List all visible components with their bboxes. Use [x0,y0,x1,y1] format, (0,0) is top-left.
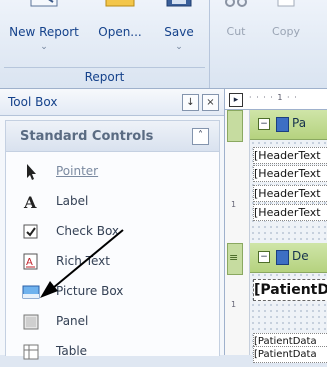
toolbox-title: Tool Box [8,95,58,109]
band-marker: ≡ [227,243,243,275]
table-icon [23,344,39,360]
toolbox-panel: Tool Box ↓ × Standard Controls ˄ Pointer… [0,89,225,360]
panel-icon [23,314,39,330]
band-marker [227,110,243,142]
chevron-down-icon: ⌄ [175,42,183,52]
ruler-mark: 1 [231,300,237,309]
new-report-icon [30,0,58,7]
save-disk-icon [166,0,192,7]
section-band-page-header[interactable]: − Pa [250,110,327,140]
ribbon: New Report ⌄ Open... Save ⌄ Report Cut C… [0,0,327,89]
tool-checkbox[interactable]: Check Box [6,217,219,247]
report-designer: ▸ · · · · 1 · · 1 ≡ 1 − Pa [HeaderText [… [225,89,327,363]
ruler-ticks: · · · · 1 · · [249,93,298,102]
tool-label: Label [56,194,89,208]
tool-label: Pointer [56,164,99,178]
report-group: New Report ⌄ Open... Save ⌄ Report [0,0,210,88]
section-icon [276,117,289,132]
tool-table[interactable]: Table [6,337,219,367]
header-text-field[interactable]: [HeaderText [253,165,327,182]
copy-label: Copy [272,25,300,38]
open-folder-icon [105,0,135,7]
open-label: Open... [98,25,142,39]
header-text-field[interactable]: [HeaderText [253,147,327,164]
tool-label: Rich Text [56,254,110,268]
tool-label: Check Box [56,224,120,238]
toolbox-header: Tool Box ↓ × [0,89,224,116]
section-icon [276,250,289,265]
rich-text-icon: A [23,253,38,270]
category-title: Standard Controls [20,129,154,144]
section-band-detail[interactable]: − De [250,243,327,273]
tool-rich-text[interactable]: A Rich Text [6,247,219,277]
picture-box-icon [22,285,40,299]
ruler-top: ▸ · · · · 1 · · [225,89,327,110]
tool-pointer[interactable]: Pointer [6,157,219,187]
svg-text:A: A [26,257,33,268]
clipboard-group: Cut Copy [210,0,327,88]
patient-data-field[interactable]: [PatientD [253,279,327,301]
new-report-label: New Report [9,25,79,39]
section-label: De [292,249,309,263]
header-text-field[interactable]: [HeaderText [253,204,327,221]
expand-icon[interactable]: ▸ [229,93,243,107]
collapse-icon[interactable]: ˄ [192,128,209,145]
tool-label[interactable]: A Label [6,187,219,217]
collapse-icon[interactable]: − [258,251,270,263]
toolbox-body: Standard Controls ˄ Pointer A Label Chec… [5,120,220,360]
tool-label: Picture Box [56,284,124,298]
scissors-icon [225,0,247,7]
svg-text:A: A [23,193,37,211]
pin-icon[interactable]: ↓ [182,94,199,111]
save-label: Save [164,25,194,39]
section-label: Pa [292,116,307,130]
tool-picture-box[interactable]: Picture Box [6,277,219,307]
ruler-mark: 1 [231,200,237,209]
header-text-field[interactable]: [HeaderText [253,185,327,202]
band-menu-icon: ≡ [229,251,239,264]
collapse-icon[interactable]: − [258,118,270,130]
copy-icon [277,0,295,7]
cut-label: Cut [226,25,246,38]
tool-panel[interactable]: Panel [6,307,219,337]
pointer-icon [27,164,36,180]
tool-label: Table [56,344,88,358]
chevron-down-icon: ⌄ [40,42,48,52]
close-icon[interactable]: × [202,94,219,111]
report-group-title: Report [4,67,205,86]
ruler-left: 1 ≡ 1 [225,110,250,355]
label-icon: A [23,193,37,211]
checkbox-icon [23,224,38,239]
tool-label: Panel [56,314,89,328]
category-header[interactable]: Standard Controls ˄ [6,121,219,152]
